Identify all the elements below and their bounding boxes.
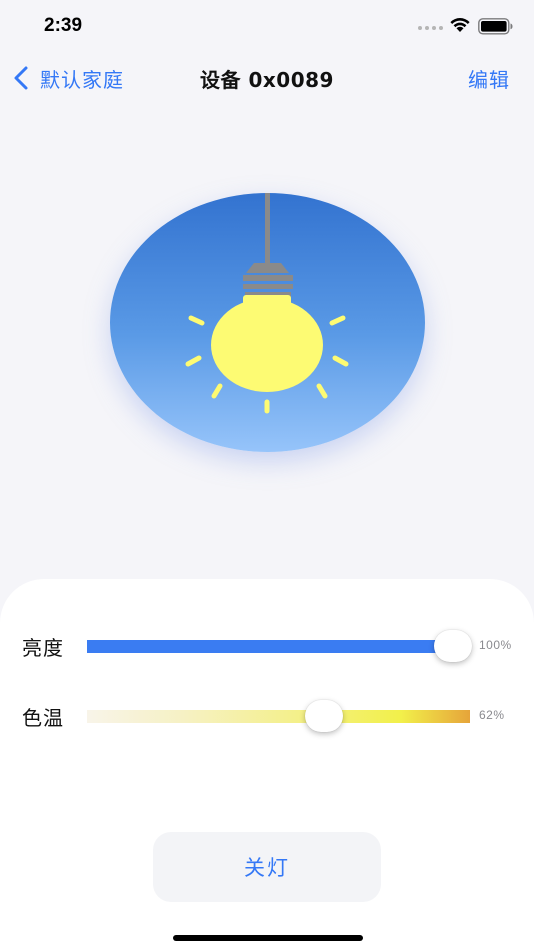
cellular-signal-icon bbox=[418, 26, 443, 30]
wifi-icon bbox=[450, 18, 470, 32]
page-title: 设备 0x0089 bbox=[200, 68, 334, 92]
color-temperature-label: 色温 bbox=[22, 706, 64, 730]
edit-button[interactable]: 编辑 bbox=[468, 64, 510, 93]
color-temperature-slider-thumb[interactable] bbox=[305, 700, 344, 732]
color-temperature-slider[interactable] bbox=[87, 710, 470, 723]
turn-off-light-button[interactable]: 关灯 bbox=[153, 832, 381, 902]
brightness-slider[interactable] bbox=[87, 640, 470, 653]
home-indicator bbox=[173, 935, 363, 941]
color-temperature-control: 色温 62% bbox=[0, 696, 534, 736]
brightness-label: 亮度 bbox=[22, 636, 64, 660]
navigation-bar: 默认家庭 设备 0x0089 编辑 bbox=[0, 56, 534, 100]
brightness-control: 亮度 100% bbox=[0, 626, 534, 666]
color-temperature-value: 62% bbox=[479, 708, 505, 722]
battery-icon bbox=[478, 18, 513, 35]
brightness-value: 100% bbox=[479, 638, 512, 652]
status-time: 2:39 bbox=[44, 15, 83, 36]
status-bar: 2:39 bbox=[0, 0, 534, 52]
light-bulb-icon bbox=[185, 193, 349, 414]
brightness-slider-thumb[interactable] bbox=[434, 630, 472, 662]
